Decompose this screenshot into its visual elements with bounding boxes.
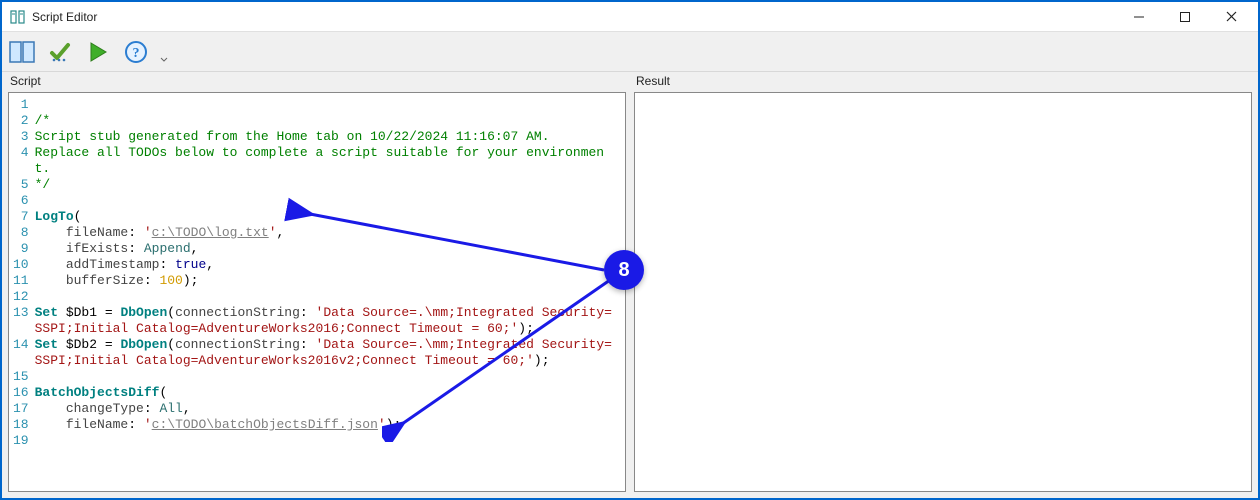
line-number: 3 <box>13 129 29 145</box>
result-panel-label: Result <box>634 72 1252 92</box>
code-line[interactable] <box>35 193 619 209</box>
script-panel-label: Script <box>8 72 626 92</box>
line-number: 14 <box>13 337 29 369</box>
code-line[interactable]: ifExists: Append, <box>35 241 619 257</box>
close-button[interactable] <box>1208 2 1254 32</box>
code-line[interactable]: */ <box>35 177 619 193</box>
code-line[interactable]: BatchObjectsDiff( <box>35 385 619 401</box>
window-title: Script Editor <box>32 10 97 24</box>
titlebar: Script Editor <box>2 2 1258 32</box>
code-line[interactable]: fileName: 'c:\TODO\batchObjectsDiff.json… <box>35 417 619 433</box>
maximize-button[interactable] <box>1162 2 1208 32</box>
line-number: 7 <box>13 209 29 225</box>
line-number: 2 <box>13 113 29 129</box>
result-output[interactable] <box>634 92 1252 492</box>
code-line[interactable] <box>35 433 619 449</box>
callout-number: 8 <box>618 259 629 282</box>
line-number: 17 <box>13 401 29 417</box>
line-number-gutter: 12345678910111213141516171819 <box>9 97 35 449</box>
line-number: 18 <box>13 417 29 433</box>
code-line[interactable]: /* <box>35 113 619 129</box>
code-line[interactable]: Set $Db2 = DbOpen(connectionString: 'Dat… <box>35 337 619 369</box>
svg-text:?: ? <box>133 46 140 61</box>
content-area: Script 12345678910111213141516171819 /*S… <box>2 72 1258 498</box>
code-text[interactable]: /*Script stub generated from the Home ta… <box>35 97 625 449</box>
toggle-panels-button[interactable] <box>8 38 36 66</box>
toolbar-overflow-icon[interactable] <box>160 40 168 64</box>
line-number: 5 <box>13 177 29 193</box>
code-line[interactable] <box>35 97 619 113</box>
toolbar: ? <box>2 32 1258 72</box>
code-line[interactable] <box>35 289 619 305</box>
callout-badge: 8 <box>604 250 644 290</box>
line-number: 10 <box>13 257 29 273</box>
line-number: 9 <box>13 241 29 257</box>
line-number: 1 <box>13 97 29 113</box>
code-line[interactable]: addTimestamp: true, <box>35 257 619 273</box>
app-icon <box>10 9 26 25</box>
result-panel: Result <box>634 72 1252 492</box>
code-line[interactable]: Set $Db1 = DbOpen(connectionString: 'Dat… <box>35 305 619 337</box>
line-number: 12 <box>13 289 29 305</box>
line-number: 16 <box>13 385 29 401</box>
line-number: 13 <box>13 305 29 337</box>
line-number: 4 <box>13 145 29 177</box>
code-line[interactable]: LogTo( <box>35 209 619 225</box>
run-button[interactable] <box>84 38 112 66</box>
script-editor[interactable]: 12345678910111213141516171819 /*Script s… <box>8 92 626 492</box>
code-line[interactable]: Script stub generated from the Home tab … <box>35 129 619 145</box>
code-line[interactable]: changeType: All, <box>35 401 619 417</box>
line-number: 11 <box>13 273 29 289</box>
script-panel: Script 12345678910111213141516171819 /*S… <box>8 72 626 492</box>
help-button[interactable]: ? <box>122 38 150 66</box>
code-line[interactable]: fileName: 'c:\TODO\log.txt', <box>35 225 619 241</box>
minimize-button[interactable] <box>1116 2 1162 32</box>
code-line[interactable] <box>35 369 619 385</box>
code-line[interactable]: Replace all TODOs below to complete a sc… <box>35 145 619 177</box>
line-number: 15 <box>13 369 29 385</box>
code-line[interactable]: bufferSize: 100); <box>35 273 619 289</box>
line-number: 6 <box>13 193 29 209</box>
validate-button[interactable] <box>46 38 74 66</box>
line-number: 19 <box>13 433 29 449</box>
line-number: 8 <box>13 225 29 241</box>
